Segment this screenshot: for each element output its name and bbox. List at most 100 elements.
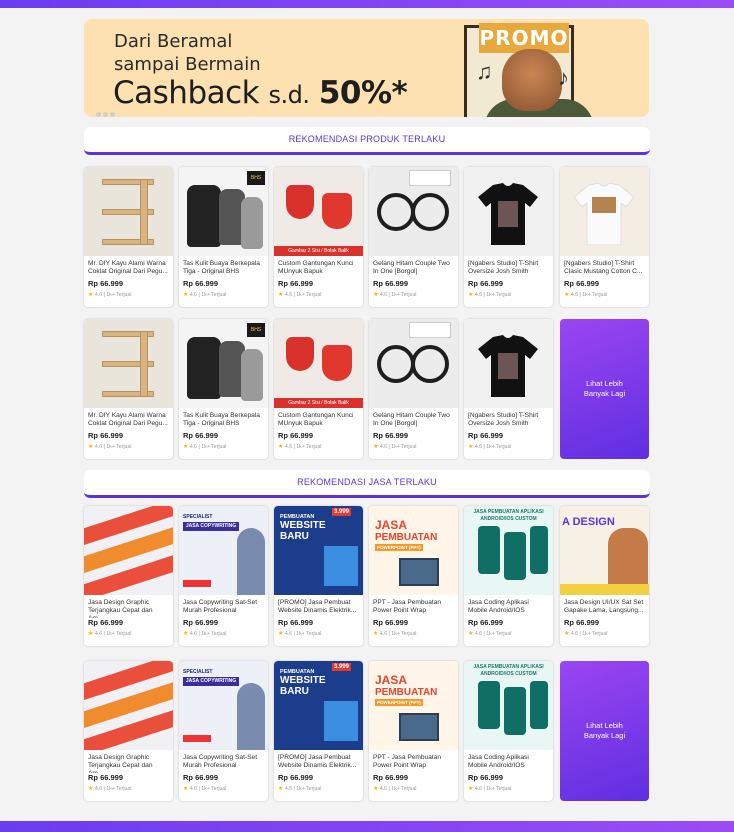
- banner-sd: s.d.: [268, 81, 310, 109]
- product-card[interactable]: [Ngabers Studio] T-Shirt Clasic Mustang …: [560, 167, 649, 307]
- star-icon: ★: [183, 631, 189, 637]
- product-name: Gelang Hitam Couple Two In One [Borgol]: [373, 260, 450, 275]
- product-name: [Ngabers Studio] T-Shirt Clasic Mustang …: [564, 260, 643, 275]
- service-price: Rp 66.999: [373, 618, 409, 627]
- top-accent-bar: [0, 0, 734, 8]
- product-price: Rp 66.999: [468, 279, 504, 288]
- service-card[interactable]: JASA PEMBUATAN APLIKASI ANDROID/IOS CUST…: [464, 661, 553, 801]
- service-price: Rp 66.999: [183, 618, 219, 627]
- star-icon: ★: [564, 292, 570, 298]
- product-image: [464, 319, 553, 408]
- promo-banner[interactable]: Dari Beramal sampai Bermain Cashback s.d…: [84, 19, 649, 117]
- service-image: SPECIALIST JASA COPYWRITING: [179, 661, 268, 750]
- product-card[interactable]: BHS Tas Kulit Buaya Berkepala Tiga - Ori…: [179, 319, 268, 459]
- tshirt-icon: [478, 183, 538, 245]
- image-title-3: BARU: [280, 686, 309, 697]
- service-card[interactable]: JASA PEMBUATAN POWERPOINT (PPT) PPT - Ja…: [369, 661, 458, 801]
- service-name: Jasa Coding Aplikasi Mobile Android/IOS: [468, 599, 529, 614]
- product-card[interactable]: [Ngabers Studio] T-Shirt Oversize Josh S…: [464, 167, 553, 307]
- service-image: [84, 661, 173, 750]
- product-card[interactable]: Gambar 2 Sisi / Bolak Balik Custom Gantu…: [274, 319, 363, 459]
- rating-text: 4.6 | 1k+ Terjual: [474, 292, 512, 298]
- service-rating: ★ 4.6 | 1k+ Terjual: [84, 627, 173, 637]
- service-name: Jasa Design Graphic Terjangkau Cepat dan…: [88, 754, 153, 773]
- star-icon: ★: [278, 631, 284, 637]
- section-title-products: REKOMENDASI PRODUK TERLAKU: [84, 127, 650, 155]
- product-name: [Ngabers Studio] T-Shirt Oversize Josh S…: [468, 412, 539, 427]
- image-title-1: JASA: [375, 673, 408, 687]
- banner-line1: Dari Beramal: [114, 31, 233, 52]
- pagination-dot[interactable]: [110, 112, 115, 117]
- image-title: JASA COPYWRITING: [183, 677, 239, 686]
- product-card[interactable]: [Ngabers Studio] T-Shirt Oversize Josh S…: [464, 319, 553, 459]
- product-name: Custom Gantungan Kunci MUnyuk Bapuk: [278, 412, 354, 427]
- product-card[interactable]: Gelang Hitam Couple Two In One [Borgol] …: [369, 167, 458, 307]
- product-row-1: Mr. DIY Kayu Alami Warna Coklat Original…: [84, 167, 651, 307]
- service-card[interactable]: JASA PEMBUATAN APLIKASI ANDROID/IOS CUST…: [464, 506, 553, 646]
- product-image: [84, 167, 173, 256]
- service-rating: ★ 4.6 | 1k+ Terjual: [84, 782, 173, 792]
- music-note-icon: ♪: [558, 65, 569, 90]
- service-name: Jasa Coding Aplikasi Mobile Android/IOS: [468, 754, 529, 769]
- product-card[interactable]: Mr. DIY Kayu Alami Warna Coklat Original…: [84, 167, 173, 307]
- service-image: A DESIGN: [560, 506, 649, 595]
- pagination-dot[interactable]: [96, 112, 101, 117]
- star-icon: ★: [183, 292, 189, 298]
- service-card[interactable]: Jasa Design Graphic Terjangkau Cepat dan…: [84, 506, 173, 646]
- service-rating: ★ 4.6 | 1k+ Terjual: [179, 782, 268, 792]
- product-card[interactable]: Mr. DIY Kayu Alami Warna Coklat Original…: [84, 319, 173, 459]
- product-image: [369, 319, 458, 408]
- star-icon: ★: [373, 631, 379, 637]
- rating-text: 4.6 | 1k+ Terjual: [189, 631, 227, 637]
- image-badge: SPECIALIST: [183, 669, 213, 675]
- service-card[interactable]: PEMBUATAN WEBSITE BARU 3.999 [PROMO] Jas…: [274, 506, 363, 646]
- image-title: JASA COPYWRITING: [183, 522, 239, 531]
- pagination-dot[interactable]: [103, 112, 108, 117]
- image-title: JASA PEMBUATAN APLIKASI ANDROID/IOS CUST…: [473, 664, 544, 677]
- star-icon: ★: [373, 292, 379, 298]
- product-name: Mr. DIY Kayu Alami Warna Coklat Original…: [88, 260, 168, 275]
- see-more-products-button[interactable]: Lihat Lebih Banyak Lagi: [560, 319, 649, 459]
- service-card[interactable]: SPECIALIST JASA COPYWRITING Jasa Copywri…: [179, 506, 268, 646]
- star-icon: ★: [88, 444, 94, 450]
- service-rating: ★ 4.6 | 1k+ Terjual: [464, 782, 553, 792]
- service-card[interactable]: Jasa Design Graphic Terjangkau Cepat dan…: [84, 661, 173, 801]
- product-rating: ★ 4.6 | 1k+ Terjual: [179, 288, 268, 298]
- product-price: Rp 66.999: [278, 431, 314, 440]
- product-card[interactable]: Gelang Hitam Couple Two In One [Borgol] …: [369, 319, 458, 459]
- service-name: PPT - Jasa Pembuatan Power Point Wrap: [373, 754, 442, 769]
- service-price: Rp 66.999: [278, 773, 314, 782]
- rating-text: 4.6 | 1k+ Terjual: [474, 786, 512, 792]
- bottom-accent-bar: [0, 821, 734, 832]
- image-subtitle: POWERPOINT (PPT): [375, 699, 423, 706]
- star-icon: ★: [373, 786, 379, 792]
- service-card[interactable]: A DESIGN Jasa Design UI/UX Sat Set Gapak…: [560, 506, 649, 646]
- product-image: BHS: [179, 167, 268, 256]
- service-card[interactable]: SPECIALIST JASA COPYWRITING Jasa Copywri…: [179, 661, 268, 801]
- see-more-services-button[interactable]: Lihat Lebih Banyak Lagi: [560, 661, 649, 801]
- product-rating: ★ 4.6 | 1k+ Terjual: [274, 288, 363, 298]
- service-image: JASA PEMBUATAN POWERPOINT (PPT): [369, 661, 458, 750]
- service-name: Jasa Copywriting Sat-Set Murah Profesion…: [183, 599, 258, 614]
- service-name: Jasa Design Graphic Terjangkau Cepat dan…: [88, 599, 153, 618]
- product-card[interactable]: BHS Tas Kulit Buaya Berkepala Tiga - Ori…: [179, 167, 268, 307]
- service-price: Rp 66.999: [564, 618, 600, 627]
- product-rating: ★ 4.6 | 1k+ Terjual: [179, 440, 268, 450]
- service-row-2: Jasa Design Graphic Terjangkau Cepat dan…: [84, 661, 651, 801]
- banner-pagination[interactable]: [96, 104, 117, 122]
- image-caption: Gambar 2 Sisi / Bolak Balik: [274, 398, 363, 408]
- product-rating: ★ 4.6 | 1k+ Terjual: [464, 288, 553, 298]
- product-rating: ★ 4.6 | 1k+ Terjual: [84, 440, 173, 450]
- rating-text: 4.6 | 1k+ Terjual: [94, 292, 132, 298]
- service-image: PEMBUATAN WEBSITE BARU 3.999: [274, 661, 363, 750]
- rating-text: 4.6 | 1k+ Terjual: [284, 292, 322, 298]
- service-card[interactable]: JASA PEMBUATAN POWERPOINT (PPT) PPT - Ja…: [369, 506, 458, 646]
- service-card[interactable]: PEMBUATAN WEBSITE BARU 3.999 [PROMO] Jas…: [274, 661, 363, 801]
- star-icon: ★: [468, 292, 474, 298]
- product-card[interactable]: Gambar 2 Sisi / Bolak Balik Custom Gantu…: [274, 167, 363, 307]
- product-price: Rp 66.999: [373, 279, 409, 288]
- product-name: Tas Kulit Buaya Berkepala Tiga - Origina…: [183, 260, 260, 275]
- product-price: Rp 66.999: [88, 279, 124, 288]
- service-price: Rp 66.999: [88, 618, 124, 627]
- tshirt-icon: [478, 335, 538, 397]
